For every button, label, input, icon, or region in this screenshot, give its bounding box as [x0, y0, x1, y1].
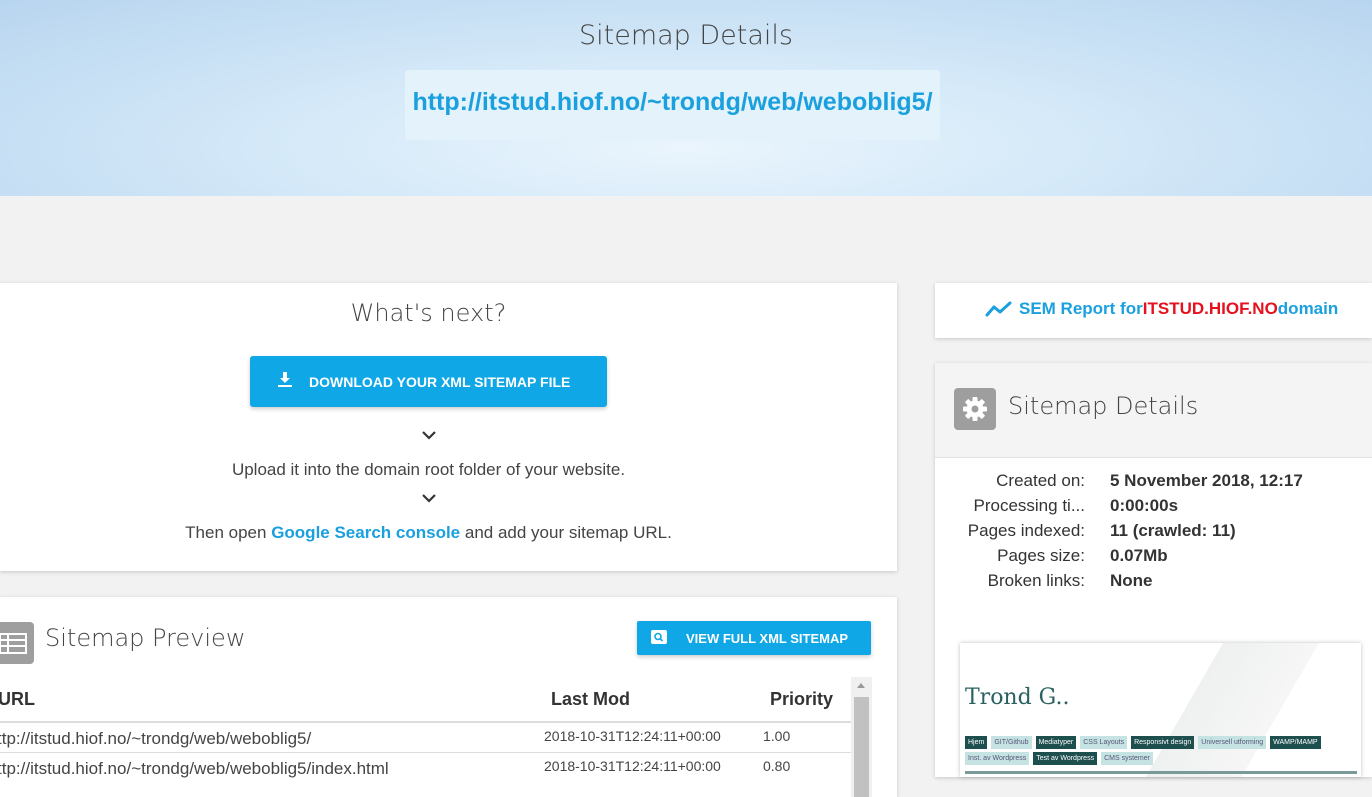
thumbnail-nav-item: GIT/Github: [991, 736, 1032, 749]
download-sitemap-button[interactable]: Download your XML sitemap file: [250, 356, 607, 407]
sem-report-link[interactable]: SEM Report for ITSTUD.HIOF.NO domain: [985, 299, 1338, 319]
broken-links-label: Broken links:: [987, 571, 1085, 590]
search-icon: [651, 629, 667, 647]
thumbnail-nav-item: CMS systemer: [1101, 752, 1153, 765]
scroll-up-icon[interactable]: [857, 683, 865, 688]
column-header-priority: Priority: [770, 689, 834, 709]
pages-size-value: 0.07Mb: [1110, 546, 1168, 565]
download-icon: [278, 372, 292, 391]
sitemap-preview-card: Sitemap Preview View full XML sitemap UR…: [0, 597, 897, 797]
chevron-down-icon: [422, 431, 436, 440]
column-header-last-mod: Last Mod: [551, 689, 630, 709]
sem-report-suffix: domain: [1277, 299, 1339, 318]
thumbnail-nav-item: CSS Layouts: [1080, 736, 1128, 749]
sitemap-details-card: Sitemap Details Created on: 5 November 2…: [935, 363, 1372, 777]
website-screenshot-thumbnail[interactable]: Trond G.. Hjem GIT/Github Mediatyper CSS…: [960, 643, 1361, 777]
thumbnail-nav-item: Responsivt design: [1131, 736, 1195, 749]
sem-report-prefix: SEM Report for: [1019, 299, 1143, 318]
sem-report-card: SEM Report for ITSTUD.HIOF.NO domain: [935, 283, 1372, 338]
sitemap-details-header: Sitemap Details: [935, 363, 1372, 458]
sem-report-domain: ITSTUD.HIOF.NO: [1142, 299, 1278, 318]
download-sitemap-label: Download your XML sitemap file: [309, 373, 571, 390]
instruction-prefix: Then open: [185, 523, 272, 542]
table-icon: [0, 622, 34, 664]
row-url: ttp://itstud.hiof.no/~trondg/web/webobli…: [0, 759, 389, 778]
sitemap-details-title: Sitemap Details: [1008, 392, 1199, 420]
scrollbar-thumb[interactable]: [854, 697, 869, 797]
view-full-sitemap-button[interactable]: View full XML sitemap: [637, 621, 871, 655]
thumbnail-nav-item: Universell utforming: [1198, 736, 1267, 749]
processing-time-value: 0:00:00s: [1110, 496, 1179, 515]
gear-icon: [954, 388, 996, 430]
table-scrollbar[interactable]: [851, 677, 872, 797]
pages-indexed-label: Pages indexed:: [967, 521, 1085, 540]
table-row[interactable]: ttp://itstud.hiof.no/~trondg/web/webobli…: [0, 752, 851, 784]
row-priority: 0.80: [763, 758, 791, 774]
upload-instruction: Upload it into the domain root folder of…: [231, 460, 626, 479]
page-header: Sitemap Details http://itstud.hiof.no/~t…: [0, 0, 1372, 196]
broken-links-value: None: [1110, 571, 1153, 590]
search-console-instruction: Then open Google Search console and add …: [0, 523, 857, 543]
row-last-mod: 2018-10-31T12:24:11+00:00: [544, 728, 721, 744]
whats-next-card: What's next? Download your XML sitemap f…: [0, 283, 897, 571]
thumbnail-nav-item: Inst. av Wordpress: [965, 752, 1030, 765]
created-on-value: 5 November 2018, 12:17: [1110, 471, 1303, 490]
column-header-url: URL: [0, 689, 35, 709]
pages-size-label: Pages size:: [997, 546, 1085, 565]
thumbnail-nav-item: Mediatyper: [1035, 736, 1077, 749]
processing-time-label: Processing ti...: [973, 496, 1086, 515]
view-full-sitemap-label: View full XML sitemap: [686, 630, 849, 646]
row-priority: 1.00: [763, 728, 791, 744]
site-url-link[interactable]: http://itstud.hiof.no/~trondg/web/webobl…: [405, 70, 940, 140]
instruction-suffix: and add your sitemap URL.: [460, 523, 672, 542]
row-url: ttp://itstud.hiof.no/~trondg/web/webobli…: [0, 729, 312, 748]
row-last-mod: 2018-10-31T12:24:11+00:00: [544, 758, 721, 774]
thumbnail-nav: Hjem GIT/Github Mediatyper CSS Layouts R…: [965, 736, 1361, 765]
sitemap-preview-title: Sitemap Preview: [45, 624, 246, 652]
thumbnail-site-name: Trond G..: [965, 685, 1070, 710]
page-title: Sitemap Details: [578, 20, 793, 51]
thumbnail-divider: [965, 771, 1357, 774]
created-on-label: Created on:: [996, 471, 1085, 490]
thumbnail-nav-item: WAMP/MAMP: [1270, 736, 1321, 749]
google-search-console-link[interactable]: Google Search console: [271, 523, 460, 542]
table-row[interactable]: ttp://itstud.hiof.no/~trondg/web/webobli…: [0, 721, 851, 754]
pages-indexed-value: 11 (crawled: 11): [1110, 521, 1236, 540]
thumbnail-nav-item: Hjem: [965, 736, 988, 749]
trend-chart-icon: [985, 301, 1013, 317]
thumbnail-nav-item: Test av Wordpress: [1033, 752, 1098, 765]
whats-next-title: What's next?: [350, 299, 507, 327]
chevron-down-icon: [422, 494, 436, 503]
